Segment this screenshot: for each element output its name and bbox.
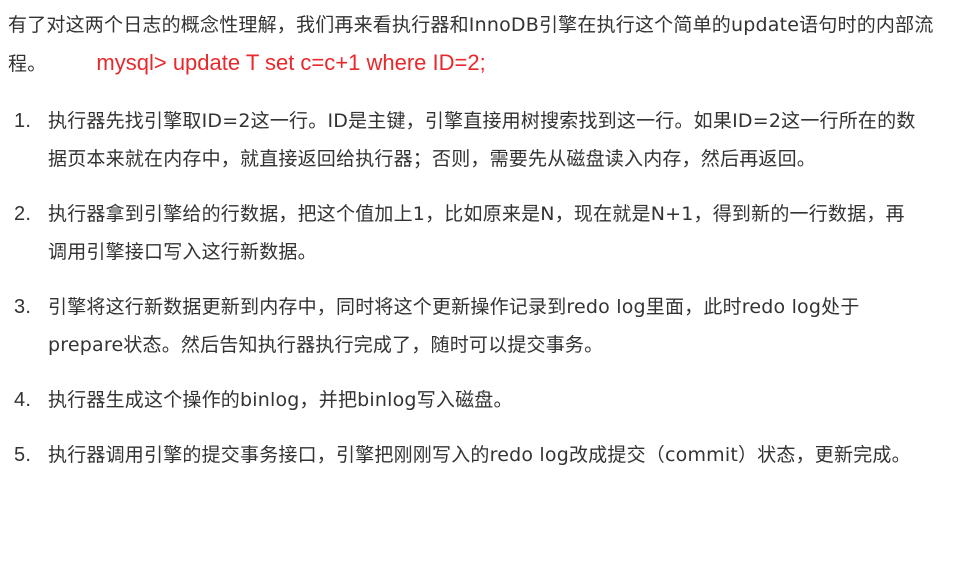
steps-list: 1. 执行器先找引擎取ID=2这一行。ID是主键，引擎直接用树搜索找到这一行。如… [14, 102, 919, 491]
intro-paragraph: 有了对这两个日志的概念性理解，我们再来看执行器和InnoDB引擎在执行这个简单的… [8, 6, 958, 83]
list-item: 3. 引擎将这行新数据更新到内存中，同时将这个更新操作记录到redo log里面… [14, 288, 919, 364]
step-text: 引擎将这行新数据更新到内存中，同时将这个更新操作记录到redo log里面，此时… [48, 296, 860, 356]
step-text: 执行器生成这个操作的binlog，并把binlog写入磁盘。 [48, 389, 513, 411]
step-number: 1. [14, 110, 32, 132]
list-item: 1. 执行器先找引擎取ID=2这一行。ID是主键，引擎直接用树搜索找到这一行。如… [14, 102, 919, 178]
step-number: 2. [14, 203, 32, 225]
step-text: 执行器调用引擎的提交事务接口，引擎把刚刚写入的redo log改成提交（comm… [48, 444, 911, 466]
list-item: 2. 执行器拿到引擎给的行数据，把这个值加上1，比如原来是N，现在就是N+1，得… [14, 195, 919, 271]
step-number: 4. [14, 389, 32, 411]
step-number: 3. [14, 296, 32, 318]
step-number: 5. [14, 444, 32, 466]
sql-statement: mysql> update T set c=c+1 where ID=2; [96, 50, 486, 75]
step-text: 执行器先找引擎取ID=2这一行。ID是主键，引擎直接用树搜索找到这一行。如果ID… [48, 110, 916, 170]
list-item: 5. 执行器调用引擎的提交事务接口，引擎把刚刚写入的redo log改成提交（c… [14, 436, 919, 474]
step-text: 执行器拿到引擎给的行数据，把这个值加上1，比如原来是N，现在就是N+1，得到新的… [48, 203, 905, 263]
list-item: 4. 执行器生成这个操作的binlog，并把binlog写入磁盘。 [14, 381, 919, 419]
